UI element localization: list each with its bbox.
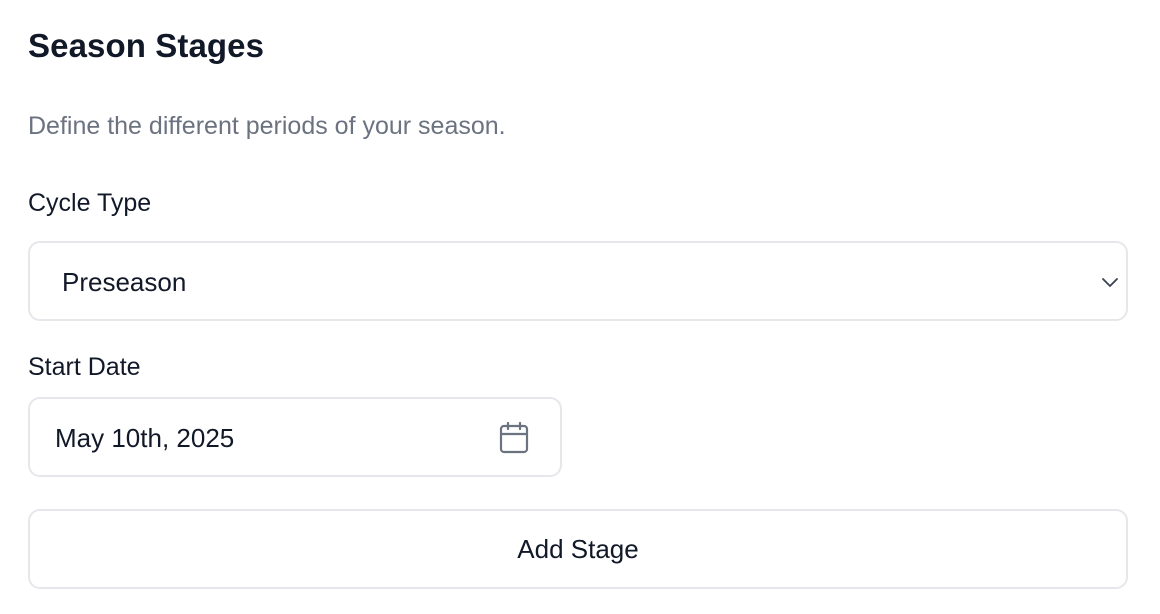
cycle-type-label: Cycle Type [28,189,152,217]
start-date-value: May 10th, 2025 [55,423,235,453]
start-date-label: Start Date [28,353,141,381]
start-date-picker[interactable]: May 10th, 2025 [28,397,562,477]
chevron-down-icon [1102,278,1118,287]
cycle-type-select[interactable]: Preseason [28,241,1128,321]
calendar-icon[interactable] [498,421,530,455]
section-description: Define the different periods of your sea… [28,112,506,140]
section-title: Season Stages [28,27,265,64]
add-stage-button[interactable]: Add Stage [28,509,1128,589]
cycle-type-selected-value: Preseason [62,267,187,297]
